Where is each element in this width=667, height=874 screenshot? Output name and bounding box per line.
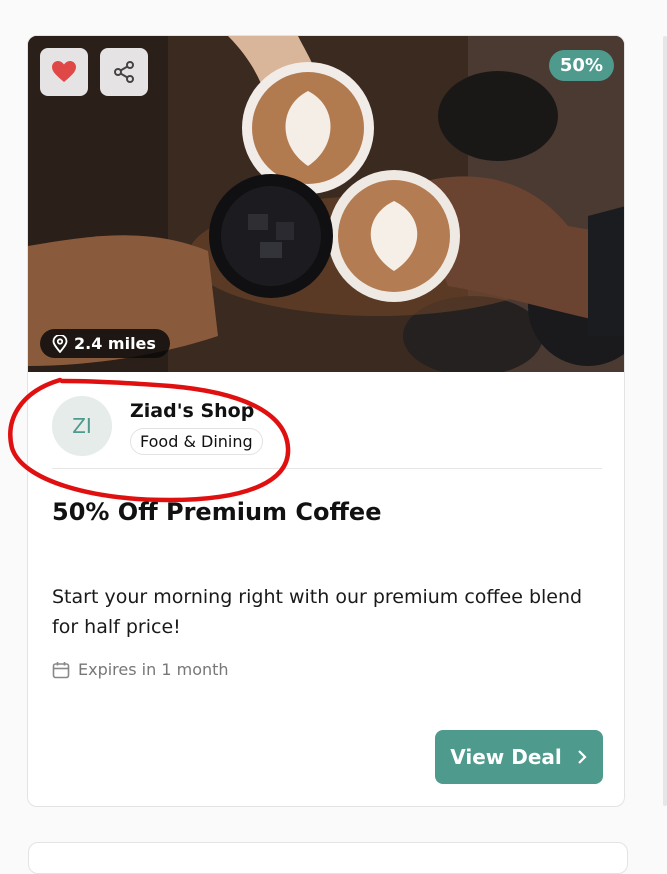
- share-button[interactable]: [100, 48, 148, 96]
- deal-description: Start your morning right with our premiu…: [52, 586, 583, 638]
- avatar: ZI: [52, 396, 112, 456]
- adjacent-card-edge: [663, 36, 667, 806]
- heart-icon: [52, 61, 76, 82]
- view-deal-label: View Deal: [450, 745, 562, 769]
- favorite-button[interactable]: [40, 48, 88, 96]
- shop-info[interactable]: ZI Ziad's Shop Food & Dining: [52, 396, 602, 469]
- view-deal-button[interactable]: View Deal: [435, 730, 603, 784]
- map-pin-icon: [52, 334, 68, 353]
- discount-badge: 50%: [548, 50, 614, 81]
- expiry-text: Expires in 1 month: [78, 660, 229, 679]
- distance-text: 2.4 miles: [74, 334, 156, 353]
- calendar-icon: [52, 661, 70, 678]
- distance-badge: 2.4 miles: [40, 329, 170, 358]
- next-card-edge: [28, 842, 628, 874]
- deal-image[interactable]: 50% 2.4 miles: [28, 36, 624, 372]
- share-icon: [114, 61, 134, 83]
- deal-title: 50% Off Premium Coffee: [52, 498, 382, 526]
- expiry-info: Expires in 1 month: [52, 660, 229, 679]
- category-badge[interactable]: Food & Dining: [130, 428, 263, 455]
- chevron-right-icon: [577, 750, 587, 764]
- deal-card: 50% 2.4 miles ZI Ziad's Shop Food & Dini…: [27, 35, 625, 807]
- shop-name[interactable]: Ziad's Shop: [130, 400, 254, 422]
